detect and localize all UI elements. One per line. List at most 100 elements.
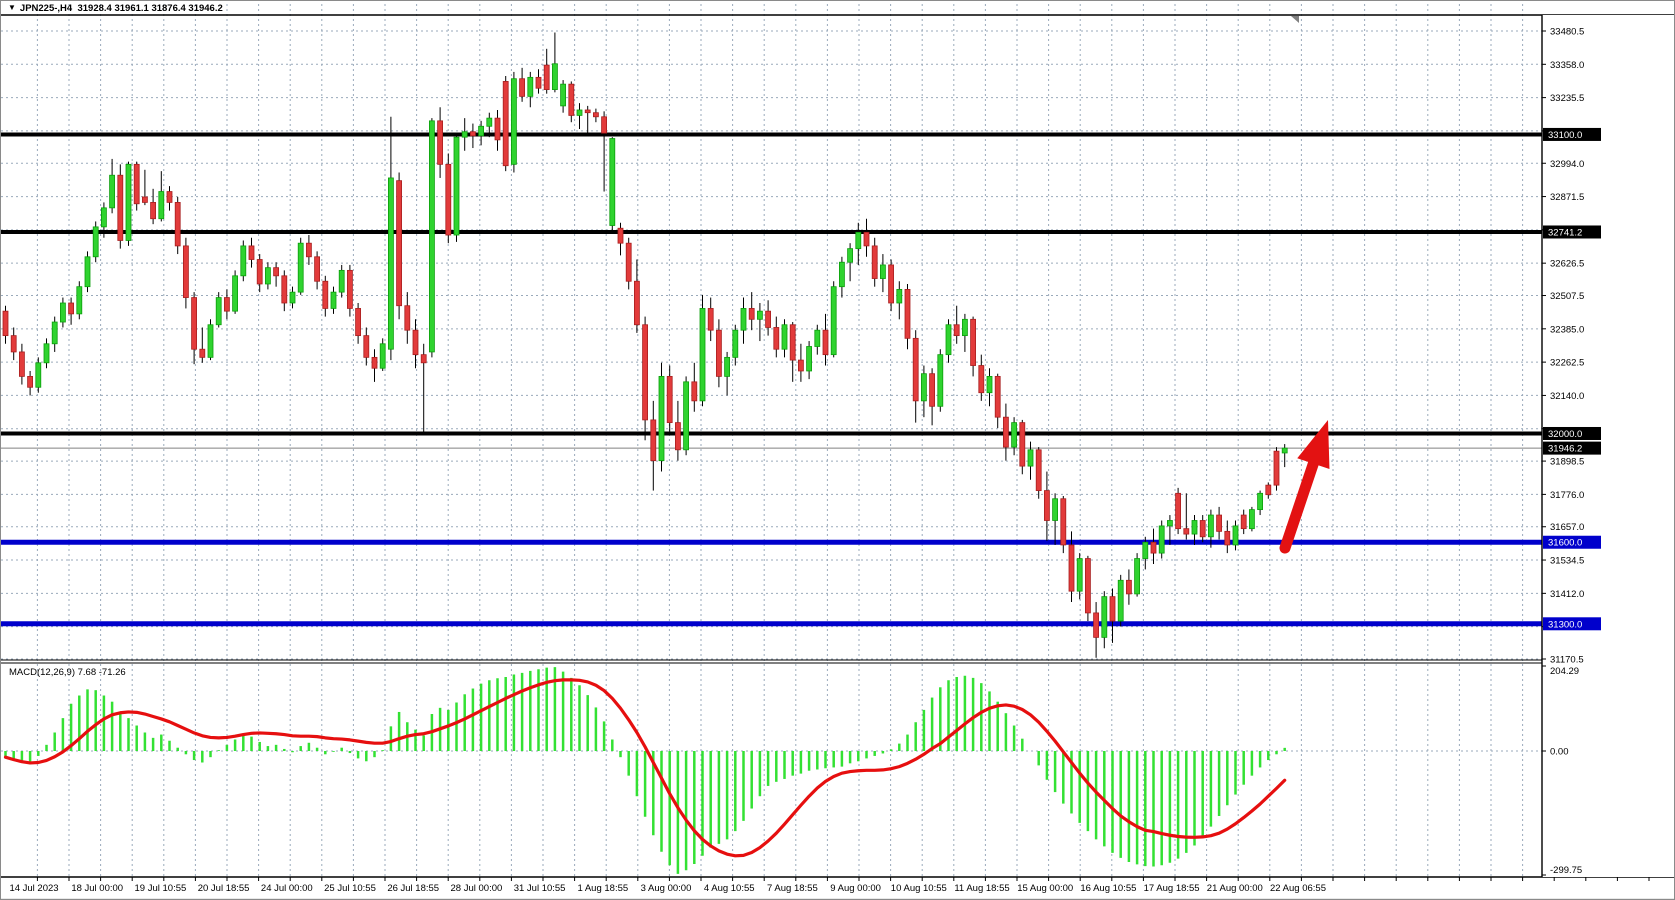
bull-candle (36, 363, 41, 387)
bear-candle (1085, 559, 1090, 613)
axis-label: 32741.2 (1548, 227, 1582, 238)
bear-candle (495, 118, 500, 140)
bull-candle (429, 121, 434, 352)
bull-candle (93, 227, 98, 257)
bull-candle (552, 64, 557, 90)
axis-label: 33100.0 (1548, 130, 1582, 141)
bear-candle (872, 246, 877, 279)
axis-label: 25 Jul 10:55 (324, 883, 376, 894)
axis-label: 31898.5 (1550, 457, 1584, 468)
bear-candle (134, 164, 139, 203)
date-axis[interactable]: 14 Jul 202318 Jul 00:0019 Jul 10:5520 Ju… (1, 877, 1675, 900)
axis-label: 18 Jul 00:00 (71, 883, 123, 894)
bear-candle (28, 376, 33, 387)
bear-candle (503, 81, 508, 165)
axis-label: 32994.0 (1550, 159, 1584, 170)
bull-candle (733, 330, 738, 357)
bull-candle (946, 325, 951, 355)
bear-candle (11, 336, 16, 352)
bear-candle (569, 84, 574, 115)
bear-candle (470, 132, 475, 136)
bear-candle (864, 232, 869, 246)
bear-candle (1069, 545, 1074, 591)
horizontal-level-lines[interactable] (1, 134, 1542, 623)
bear-candle (766, 311, 771, 327)
arrow-shaft (1285, 458, 1315, 548)
bear-candle (1020, 423, 1025, 466)
chart-ohlc-readout: 31928.4 31961.1 31876.4 31946.2 (77, 3, 222, 14)
bull-candle (339, 270, 344, 292)
arrow-head (1297, 420, 1329, 469)
bull-candle (511, 79, 516, 165)
bull-candle (110, 175, 115, 208)
axis-label: 32000.0 (1548, 429, 1582, 440)
bull-candle (1053, 499, 1058, 521)
bear-candle (536, 77, 541, 88)
axis-label: 24 Jul 00:00 (261, 883, 313, 894)
bull-candle (1159, 526, 1164, 553)
axis-label: 31412.0 (1550, 589, 1584, 600)
axis-label: 14 Jul 2023 (9, 883, 58, 894)
axis-label: 31600.0 (1548, 538, 1582, 549)
trend-arrow-annotation[interactable] (1285, 420, 1329, 548)
chart-symbol-timeframe: JPN225-,H4 (20, 3, 72, 14)
axis-label: 33480.5 (1550, 27, 1584, 38)
bull-candle (265, 268, 270, 284)
axis-label: 4 Aug 10:55 (704, 883, 755, 894)
bear-candle (224, 298, 229, 312)
bull-candle (388, 178, 393, 349)
bear-candle (413, 330, 418, 354)
bear-candle (1151, 542, 1156, 553)
bull-candle (1282, 448, 1287, 453)
bear-candle (3, 311, 8, 335)
bull-candle (479, 126, 484, 136)
bear-candle (118, 175, 123, 240)
bear-candle (1225, 531, 1230, 545)
axis-label: 32262.5 (1550, 358, 1584, 369)
chart-shift-marker-icon[interactable] (1291, 16, 1299, 23)
bear-candle (716, 330, 721, 376)
bull-candle (807, 346, 812, 370)
symbol-dropdown-icon[interactable]: ▼ (8, 3, 16, 12)
bull-candle (831, 287, 836, 355)
axis-label: 32140.0 (1550, 391, 1584, 402)
bear-candle (585, 110, 590, 113)
bear-candle (930, 374, 935, 407)
bear-candle (1110, 597, 1115, 621)
axis-label: 33235.5 (1550, 93, 1584, 104)
bull-candle (1102, 597, 1107, 638)
axis-label: 28 Jul 00:00 (451, 883, 503, 894)
bear-candle (142, 197, 147, 202)
bull-candle (1028, 450, 1033, 466)
bear-candle (69, 303, 74, 314)
axis-label: 17 Aug 18:55 (1144, 883, 1200, 894)
bear-candle (675, 423, 680, 450)
bull-candle (462, 132, 467, 137)
bear-candle (306, 243, 311, 257)
bear-candle (200, 349, 205, 357)
bear-candle (167, 192, 172, 203)
bear-candle (1061, 499, 1066, 545)
bull-candle (1143, 542, 1148, 558)
bear-candle (1176, 493, 1181, 528)
bear-candle (1126, 580, 1131, 594)
bear-candle (593, 113, 598, 117)
chart-title: ▼ JPN225-,H4 31928.4 31961.1 31876.4 3194… (8, 3, 223, 14)
bear-candle (405, 306, 410, 330)
macd-indicator (6, 667, 1285, 874)
bear-candle (708, 308, 713, 330)
bear-candle (913, 338, 918, 401)
bull-candle (60, 303, 65, 322)
macd-indicator-label: MACD(12,26,9) 7.68 -71.26 (9, 667, 126, 678)
bear-candle (315, 257, 320, 281)
bear-candle (1184, 529, 1189, 534)
axis-label: 31946.2 (1548, 444, 1582, 455)
bear-candle (1274, 451, 1279, 485)
bull-candle (839, 262, 844, 286)
bull-candle (1012, 423, 1017, 447)
bear-candle (651, 420, 656, 461)
bear-candle (1217, 515, 1222, 531)
bear-candle (192, 298, 197, 350)
price-chart-canvas[interactable]: 33480.533358.033235.532994.032871.532626… (1, 1, 1675, 900)
bull-candle (290, 292, 295, 303)
